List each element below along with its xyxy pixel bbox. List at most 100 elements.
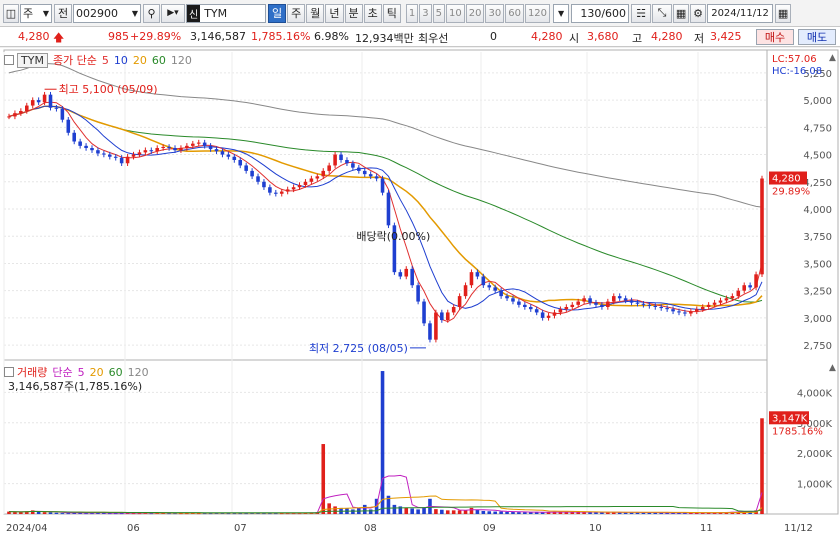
price-axis-label: 3,500 [803, 259, 832, 270]
candle-body [398, 272, 403, 277]
ma-legend-20: 20 [132, 53, 147, 67]
period-tab-3[interactable]: 년 [325, 3, 344, 23]
range-button-30[interactable]: 30 [485, 3, 505, 23]
period-tab-1[interactable]: 주 [287, 3, 306, 23]
range-button-120[interactable]: 120 [524, 3, 551, 23]
volume-bar [416, 509, 420, 514]
symbol-tag[interactable]: TYM [17, 52, 48, 68]
change-value: 985 [108, 30, 129, 43]
period-tabs: 일주월년분초틱 [268, 3, 402, 23]
range-button-5[interactable]: 5 [432, 3, 445, 23]
mode-button[interactable]: 전 [54, 3, 72, 23]
volume-ma-legend-20: 20 [89, 365, 104, 379]
candle-body [54, 107, 59, 109]
candle-body [617, 296, 622, 299]
range-button-20[interactable]: 20 [465, 3, 485, 23]
candle-body [268, 187, 272, 193]
code-input[interactable]: 002900 ▼ [73, 3, 141, 23]
name-field[interactable]: 신 TYM [186, 3, 266, 23]
volume-bar [351, 509, 355, 514]
period-tab-2[interactable]: 월 [306, 3, 325, 23]
candle-body [297, 185, 302, 188]
volume-icon[interactable]: ▶▾ [161, 3, 185, 23]
volume-bar [511, 511, 515, 514]
volume-bar [54, 512, 59, 514]
up-arrow-icon: 🡅 [53, 31, 65, 44]
price-legend-title: 종가 단순 [52, 54, 97, 67]
candle-settings-icon[interactable]: ☵ [631, 3, 652, 23]
draw-tools-icon[interactable]: ⤡ [652, 3, 673, 23]
gear-icon[interactable]: ⚙ [690, 3, 707, 23]
candle-body [108, 154, 112, 157]
credit-badge: 신 [187, 4, 201, 22]
volume-bar [48, 512, 53, 514]
pref-label: 최우선 [418, 32, 449, 45]
range-button-3[interactable]: 3 [419, 3, 432, 23]
candle-body [285, 189, 290, 192]
last-pct-tag-label: 29.89% [772, 187, 810, 198]
buy-button[interactable]: 매수 [756, 29, 794, 45]
candle-body [469, 272, 474, 286]
calendar-icon[interactable]: ▦ [775, 3, 792, 23]
candle-body [119, 157, 124, 164]
price-axis-label: 4,750 [803, 123, 832, 134]
settings-dot-icon[interactable] [4, 367, 14, 377]
range-buttons: 1 3 5 10 20 30 60 120 [405, 3, 551, 23]
candle-body [754, 274, 758, 288]
scroll-up-icon: ▲ [829, 363, 836, 373]
ask-price: 4,280 [531, 30, 563, 43]
range-button-60[interactable]: 60 [505, 3, 524, 23]
high-price: 4,280 [651, 30, 683, 43]
search-icon[interactable]: ⚲ [143, 3, 160, 23]
range-button-1[interactable]: 1 [405, 3, 419, 23]
candle-body [380, 178, 385, 193]
volume-bar [380, 371, 385, 514]
candle-body [256, 176, 260, 182]
candle-body [84, 145, 88, 149]
sell-button[interactable]: 매도 [798, 29, 836, 45]
count-field[interactable]: 130/600 [571, 3, 630, 23]
low-price: 3,425 [710, 30, 742, 43]
candle-body [724, 298, 729, 301]
candle-body [534, 309, 539, 313]
candle-body [564, 307, 569, 310]
trade-amount: 12,934백만 [355, 32, 414, 45]
settings-dot-icon[interactable] [4, 55, 14, 65]
chart-area[interactable]: 5,250 5,000 4,750 4,500 4,250 4,000 3,750 3,500… [0, 48, 840, 541]
price-axis-label: 3,750 [803, 232, 832, 243]
range-button-10[interactable]: 10 [446, 3, 465, 23]
candle-body [760, 178, 764, 275]
candle-body [137, 152, 142, 155]
volume-bar [392, 504, 397, 514]
volume-axis-label: 4,000K [797, 388, 833, 399]
date-field[interactable]: 2024/11/12 [707, 3, 774, 23]
market-select[interactable]: 주 ▼ [20, 3, 52, 23]
volume-bar [368, 509, 373, 514]
last-price-tag-label: 4,280 [772, 174, 801, 185]
open-price: 3,680 [587, 30, 619, 43]
layout-icon[interactable]: ▦ [673, 3, 690, 23]
window-menu-icon[interactable]: ◫ [3, 3, 19, 23]
candle-body [386, 192, 391, 226]
x-axis-label: 06 [127, 523, 140, 534]
candle-body [226, 154, 231, 157]
volume-bar [362, 504, 367, 514]
range-dropdown[interactable]: ▼ [553, 3, 570, 23]
period-tab-6[interactable]: 틱 [382, 3, 401, 23]
candle-body [19, 111, 23, 114]
code-value: 002900 [76, 6, 118, 20]
chart-svg[interactable]: 5,2505,0004,7504,5004,2504,0003,7503,500… [0, 48, 840, 541]
candle-body [416, 285, 420, 302]
candle-body [13, 113, 17, 117]
volume-bar [451, 510, 456, 514]
period-tab-4[interactable]: 분 [344, 3, 363, 23]
x-axis-label: 11/12 [784, 523, 813, 534]
period-tab-5[interactable]: 초 [363, 3, 382, 23]
stock-name: TYM [204, 6, 228, 20]
candle-body [434, 312, 438, 340]
period-tab-0[interactable]: 일 [268, 3, 287, 23]
chevron-down-icon: ▼ [131, 8, 138, 18]
market-label: 주 [23, 7, 34, 20]
candle-body [72, 132, 77, 142]
candle-body [191, 143, 195, 146]
